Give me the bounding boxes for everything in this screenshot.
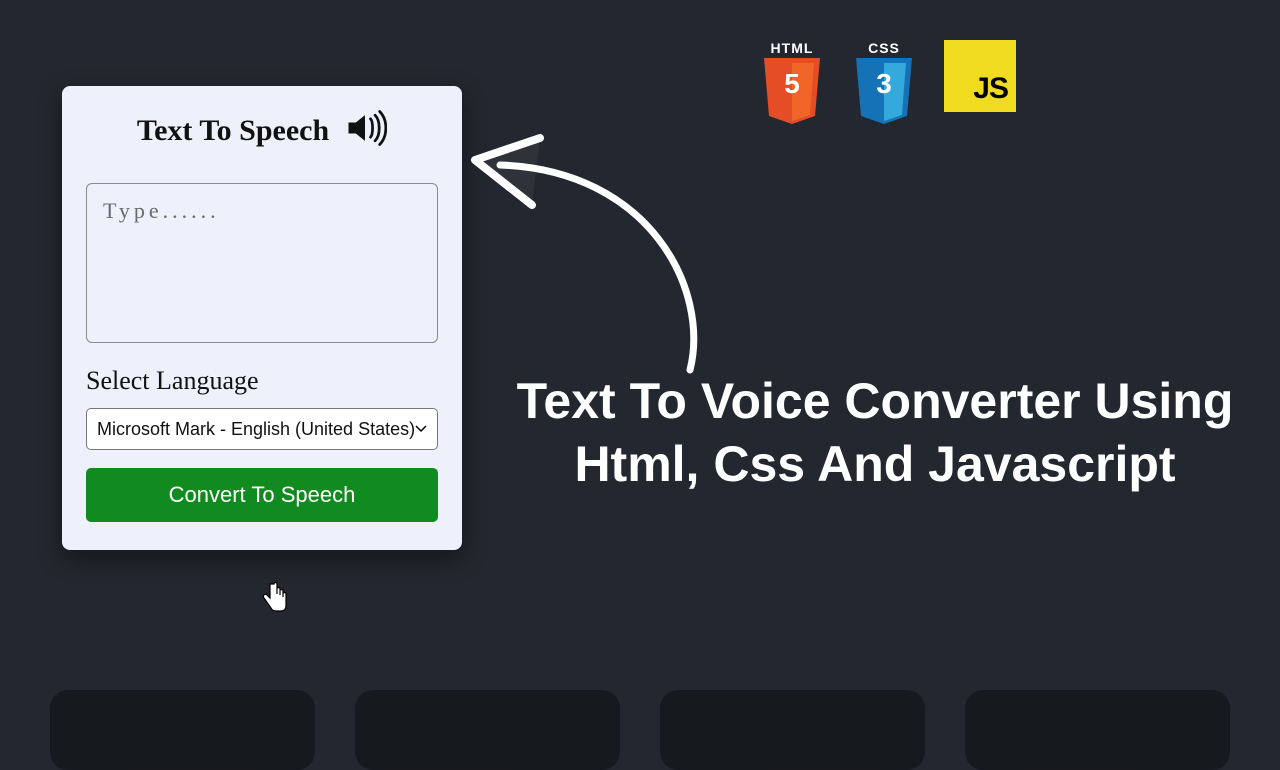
card-header: Text To Speech <box>86 106 438 155</box>
speaker-icon <box>343 106 387 155</box>
bottom-decoration <box>0 690 1280 770</box>
tts-card: Text To Speech Select Language Microsoft… <box>62 86 462 550</box>
select-language-label: Select Language <box>86 366 438 396</box>
badge-html: HTML 5 <box>760 40 824 130</box>
badge-css-label: CSS <box>868 40 900 56</box>
badge-html-label: HTML <box>771 40 814 56</box>
badge-css-glyph: 3 <box>852 68 916 100</box>
badge-js: JS <box>944 40 1016 112</box>
convert-button[interactable]: Convert To Speech <box>86 468 438 522</box>
html-shield-icon: 5 <box>760 58 824 130</box>
hand-cursor-icon <box>260 582 288 616</box>
badge-html-glyph: 5 <box>760 68 824 100</box>
css-shield-icon: 3 <box>852 58 916 130</box>
text-input[interactable] <box>86 183 438 343</box>
card-title: Text To Speech <box>137 114 329 148</box>
tech-badges: HTML 5 CSS 3 JS <box>760 40 1016 130</box>
page-headline: Text To Voice Converter Using Html, Css … <box>510 370 1240 495</box>
hand-drawn-arrow-icon <box>440 110 740 390</box>
language-select[interactable]: Microsoft Mark - English (United States) <box>86 408 438 450</box>
badge-js-glyph: JS <box>973 72 1008 106</box>
badge-css: CSS 3 <box>852 40 916 130</box>
